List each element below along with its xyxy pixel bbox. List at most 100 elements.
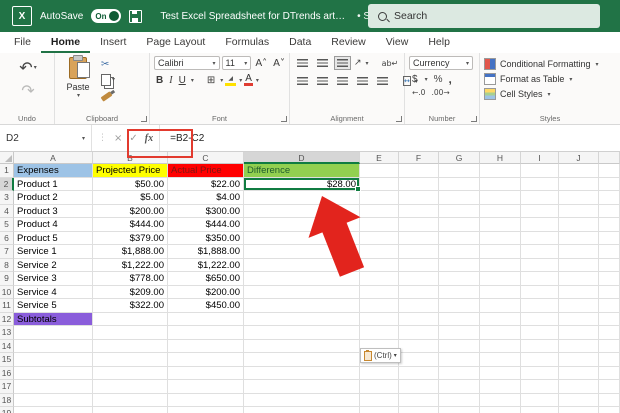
cell-x12[interactable] — [599, 313, 620, 327]
cell-J6[interactable] — [559, 232, 599, 246]
cell-J17[interactable] — [559, 380, 599, 394]
column-header-J[interactable]: J — [559, 152, 599, 164]
cell-C17[interactable] — [168, 380, 244, 394]
excel-logo-icon[interactable]: X — [12, 6, 32, 26]
cell-H10[interactable] — [480, 286, 521, 300]
tab-file[interactable]: File — [4, 32, 41, 53]
cell-C15[interactable] — [168, 353, 244, 367]
cell-H8[interactable] — [480, 259, 521, 273]
cell-H9[interactable] — [480, 272, 521, 286]
cell-B9[interactable]: $778.00 — [93, 272, 168, 286]
tab-insert[interactable]: Insert — [90, 32, 136, 53]
cell-A18[interactable] — [14, 394, 93, 408]
cell-I4[interactable] — [521, 205, 559, 219]
column-header-E[interactable]: E — [360, 152, 399, 164]
cell-G15[interactable] — [439, 353, 480, 367]
column-header-D[interactable]: D — [244, 152, 360, 164]
cell-I16[interactable] — [521, 367, 559, 381]
cell-J5[interactable] — [559, 218, 599, 232]
cell-J1[interactable] — [559, 164, 599, 178]
document-title[interactable]: Test Excel Spreadsheet for DTrends art… — [160, 11, 345, 22]
tab-view[interactable]: View — [376, 32, 419, 53]
cell-G10[interactable] — [439, 286, 480, 300]
paste-button[interactable]: Paste ▾ — [59, 56, 97, 101]
font-size-select[interactable]: 11 ▾ — [222, 56, 252, 70]
cell-J9[interactable] — [559, 272, 599, 286]
borders-button[interactable]: ⊞ — [205, 73, 217, 87]
cell-H1[interactable] — [480, 164, 521, 178]
cell-D15[interactable] — [244, 353, 360, 367]
cell-E6[interactable] — [360, 232, 399, 246]
row-header-6[interactable]: 6 — [0, 232, 14, 246]
cell-C16[interactable] — [168, 367, 244, 381]
cell-J18[interactable] — [559, 394, 599, 408]
cell-H12[interactable] — [480, 313, 521, 327]
cell-H11[interactable] — [480, 299, 521, 313]
tab-home[interactable]: Home — [41, 32, 90, 53]
cell-B17[interactable] — [93, 380, 168, 394]
cell-A7[interactable]: Service 1 — [14, 245, 93, 259]
undo-button[interactable]: ↶ ▾ — [19, 58, 36, 77]
clipboard-dialog-launcher-icon[interactable] — [141, 116, 147, 122]
cell-D11[interactable] — [244, 299, 360, 313]
row-header-2[interactable]: 2 — [0, 178, 14, 192]
cell-E4[interactable] — [360, 205, 399, 219]
cell-E5[interactable] — [360, 218, 399, 232]
cell-H14[interactable] — [480, 340, 521, 354]
cell-G14[interactable] — [439, 340, 480, 354]
cell-B3[interactable]: $5.00 — [93, 191, 168, 205]
cell-G12[interactable] — [439, 313, 480, 327]
cell-I15[interactable] — [521, 353, 559, 367]
cell-F1[interactable] — [399, 164, 439, 178]
cell-F9[interactable] — [399, 272, 439, 286]
cell-B11[interactable]: $322.00 — [93, 299, 168, 313]
cell-B13[interactable] — [93, 326, 168, 340]
tab-formulas[interactable]: Formulas — [215, 32, 279, 53]
cell-A15[interactable] — [14, 353, 93, 367]
cell-J7[interactable] — [559, 245, 599, 259]
copy-button[interactable]: ▾ — [101, 73, 115, 86]
cell-A16[interactable] — [14, 367, 93, 381]
cell-x6[interactable] — [599, 232, 620, 246]
cell-F11[interactable] — [399, 299, 439, 313]
cell-x3[interactable] — [599, 191, 620, 205]
paste-options-button[interactable]: (Ctrl) ▾ — [360, 348, 401, 363]
tab-data[interactable]: Data — [279, 32, 321, 53]
tab-help[interactable]: Help — [418, 32, 460, 53]
cell-I1[interactable] — [521, 164, 559, 178]
number-format-select[interactable]: Currency ▾ — [409, 56, 473, 70]
cell-B12[interactable] — [93, 313, 168, 327]
cell-F5[interactable] — [399, 218, 439, 232]
fill-color-button[interactable]: ◢ — [225, 74, 236, 86]
font-dialog-launcher-icon[interactable] — [281, 116, 287, 122]
cell-E19[interactable] — [360, 407, 399, 413]
cell-I7[interactable] — [521, 245, 559, 259]
format-as-table-button[interactable]: Format as Table ▾ — [484, 73, 618, 85]
cell-x19[interactable] — [599, 407, 620, 413]
cell-F3[interactable] — [399, 191, 439, 205]
cell-G13[interactable] — [439, 326, 480, 340]
cell-E12[interactable] — [360, 313, 399, 327]
decrease-decimal-button[interactable]: .00→ — [431, 88, 449, 97]
cell-C4[interactable]: $300.00 — [168, 205, 244, 219]
cell-B10[interactable]: $209.00 — [93, 286, 168, 300]
cell-D14[interactable] — [244, 340, 360, 354]
cell-styles-button[interactable]: Cell Styles ▾ — [484, 88, 618, 100]
cell-E16[interactable] — [360, 367, 399, 381]
cell-B7[interactable]: $1,888.00 — [93, 245, 168, 259]
column-header-I[interactable]: I — [521, 152, 559, 164]
increase-indent-button[interactable] — [374, 74, 391, 88]
cell-B8[interactable]: $1,222.00 — [93, 259, 168, 273]
cell-C14[interactable] — [168, 340, 244, 354]
bottom-align-button[interactable] — [334, 56, 351, 70]
save-icon[interactable] — [129, 10, 142, 23]
cell-E10[interactable] — [360, 286, 399, 300]
row-header-9[interactable]: 9 — [0, 272, 14, 286]
cell-x4[interactable] — [599, 205, 620, 219]
row-header-16[interactable]: 16 — [0, 367, 14, 381]
cell-G16[interactable] — [439, 367, 480, 381]
cell-E8[interactable] — [360, 259, 399, 273]
cell-D10[interactable] — [244, 286, 360, 300]
cell-C1[interactable]: Actual Price — [168, 164, 244, 178]
cell-A17[interactable] — [14, 380, 93, 394]
